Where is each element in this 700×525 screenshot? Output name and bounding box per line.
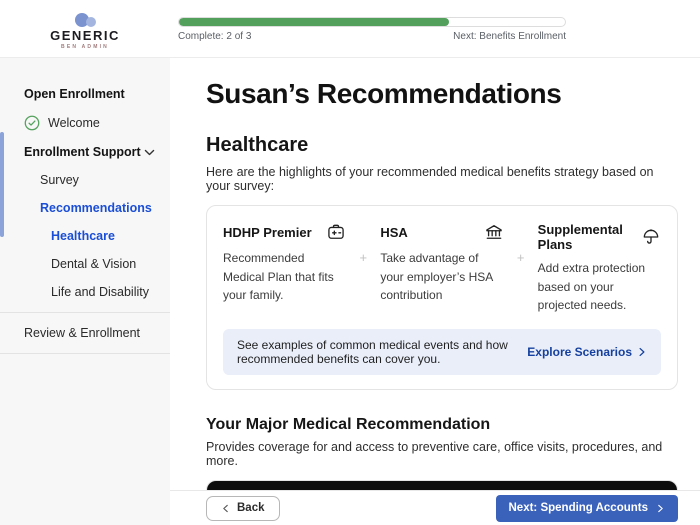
highlight-desc: Take advantage of your employer’s HSA co… xyxy=(380,249,503,305)
major-medical-title: Your Major Medical Recommendation xyxy=(206,416,678,434)
highlight-hdhp-premier: HDHP Premier Recommended Medical Plan th… xyxy=(223,222,346,305)
top-bar: GENERIC BEN ADMIN Complete: 2 of 3 Next:… xyxy=(0,0,700,58)
sidebar-item-dental-vision[interactable]: Dental & Vision xyxy=(0,250,170,278)
highlight-title: HSA xyxy=(380,225,407,240)
highlight-desc: Recommended Medical Plan that fits your … xyxy=(223,249,346,305)
sidebar-item-review-enrollment[interactable]: Review & Enrollment xyxy=(0,319,170,347)
scenario-banner-text: See examples of common medical events an… xyxy=(237,338,527,366)
progress-next-label: Next: Benefits Enrollment xyxy=(453,31,566,42)
highlight-title: Supplemental Plans xyxy=(538,222,641,252)
sidebar-item-recommendations[interactable]: Recommendations xyxy=(0,194,170,222)
explore-scenarios-label: Explore Scenarios xyxy=(527,345,632,359)
next-button-label: Next: Spending Accounts xyxy=(509,502,649,514)
highlights-card: HDHP Premier Recommended Medical Plan th… xyxy=(206,205,678,390)
sidebar-item-survey[interactable]: Survey xyxy=(0,166,170,194)
healthcare-intro: Here are the highlights of your recommen… xyxy=(206,165,678,193)
highlight-title: HDHP Premier xyxy=(223,225,312,240)
sidebar-divider xyxy=(0,353,170,354)
next-spending-accounts-button[interactable]: Next: Spending Accounts xyxy=(496,495,679,522)
sidebar-section-open-enrollment: Open Enrollment xyxy=(0,80,170,108)
back-button[interactable]: Back xyxy=(206,496,280,521)
sidebar-nav: Open Enrollment Welcome Enrollment Suppo… xyxy=(0,58,170,525)
plus-separator: + xyxy=(504,222,538,265)
highlight-hsa: HSA Take advantage of your employer’s HS… xyxy=(380,222,503,305)
umbrella-icon xyxy=(641,227,661,247)
brand-tagline: BEN ADMIN xyxy=(61,44,109,50)
plus-separator: + xyxy=(346,222,380,265)
sidebar-scroll-indicator xyxy=(0,132,4,237)
explore-scenarios-link[interactable]: Explore Scenarios xyxy=(527,345,647,359)
highlight-supplemental-plans: Supplemental Plans Add extra protection … xyxy=(538,222,661,315)
enrollment-progress: Complete: 2 of 3 Next: Benefits Enrollme… xyxy=(178,17,566,42)
sidebar-item-welcome[interactable]: Welcome xyxy=(0,108,170,138)
progress-fill xyxy=(179,18,449,26)
chevron-down-icon xyxy=(143,146,156,159)
major-medical-subtitle: Provides coverage for and access to prev… xyxy=(206,440,678,468)
highlight-desc: Add extra protection based on your proje… xyxy=(538,259,661,315)
sidebar-item-label: Welcome xyxy=(48,116,100,130)
main-content: Susan’s Recommendations Healthcare Here … xyxy=(170,58,700,525)
bank-icon xyxy=(484,222,504,242)
chevron-right-icon xyxy=(637,347,647,357)
sidebar-item-label: Enrollment Support xyxy=(24,145,141,159)
medical-kit-icon xyxy=(326,222,346,242)
sidebar-divider xyxy=(0,312,170,313)
app-window: GENERIC BEN ADMIN Complete: 2 of 3 Next:… xyxy=(0,0,700,525)
chevron-right-icon xyxy=(656,504,665,513)
check-circle-icon xyxy=(24,115,40,131)
brand-logo: GENERIC BEN ADMIN xyxy=(0,8,170,50)
sidebar-item-life-disability[interactable]: Life and Disability xyxy=(0,278,170,306)
cloud-logo-icon xyxy=(71,12,99,29)
sidebar-item-healthcare[interactable]: Healthcare xyxy=(0,222,170,250)
chevron-left-icon xyxy=(221,504,230,513)
brand-name: GENERIC xyxy=(50,28,120,43)
progress-complete-label: Complete: 2 of 3 xyxy=(178,31,251,42)
sidebar-section-enrollment-support[interactable]: Enrollment Support xyxy=(0,138,170,166)
wizard-footer: Back Next: Spending Accounts xyxy=(170,490,700,525)
healthcare-section-title: Healthcare xyxy=(206,134,678,157)
scenario-banner: See examples of common medical events an… xyxy=(223,329,661,375)
page-title: Susan’s Recommendations xyxy=(206,78,678,110)
back-button-label: Back xyxy=(237,502,265,514)
progress-track xyxy=(178,17,566,27)
